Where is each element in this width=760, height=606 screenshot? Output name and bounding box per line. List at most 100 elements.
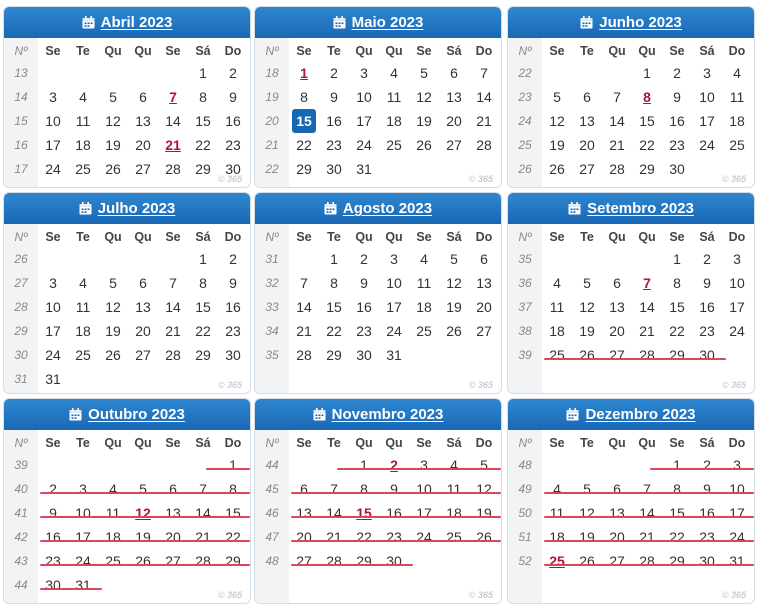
day-cell[interactable]: 29 bbox=[632, 157, 662, 181]
day-cell[interactable]: 14 bbox=[319, 501, 349, 525]
day-cell[interactable]: 3 bbox=[379, 247, 409, 271]
holiday-day-cell[interactable]: 2 bbox=[379, 453, 409, 477]
day-cell[interactable]: 3 bbox=[409, 453, 439, 477]
day-cell[interactable]: 1 bbox=[349, 453, 379, 477]
day-cell[interactable]: 2 bbox=[349, 247, 379, 271]
day-cell[interactable]: 10 bbox=[722, 477, 752, 501]
day-cell[interactable]: 27 bbox=[439, 133, 469, 157]
day-cell[interactable]: 25 bbox=[439, 525, 469, 549]
day-cell[interactable]: 26 bbox=[572, 549, 602, 573]
day-cell[interactable]: 15 bbox=[662, 295, 692, 319]
day-cell[interactable]: 10 bbox=[38, 295, 68, 319]
holiday-day-cell[interactable]: 12 bbox=[128, 501, 158, 525]
day-cell[interactable]: 23 bbox=[218, 133, 248, 157]
day-cell[interactable]: 10 bbox=[379, 271, 409, 295]
day-cell[interactable]: 7 bbox=[158, 271, 188, 295]
day-cell[interactable]: 11 bbox=[722, 85, 752, 109]
day-cell[interactable]: 21 bbox=[289, 319, 319, 343]
day-cell[interactable]: 4 bbox=[98, 477, 128, 501]
day-cell[interactable]: 23 bbox=[692, 525, 722, 549]
holiday-day-cell[interactable]: 25 bbox=[542, 549, 572, 573]
day-cell[interactable]: 3 bbox=[349, 61, 379, 85]
day-cell[interactable]: 19 bbox=[409, 109, 439, 133]
day-cell[interactable]: 4 bbox=[68, 85, 98, 109]
day-cell[interactable]: 29 bbox=[662, 549, 692, 573]
day-cell[interactable]: 2 bbox=[38, 477, 68, 501]
day-cell[interactable]: 24 bbox=[409, 525, 439, 549]
holiday-day-cell[interactable]: 21 bbox=[158, 133, 188, 157]
day-cell[interactable]: 6 bbox=[289, 477, 319, 501]
day-cell[interactable]: 10 bbox=[68, 501, 98, 525]
day-cell[interactable]: 10 bbox=[692, 85, 722, 109]
day-cell[interactable]: 16 bbox=[692, 295, 722, 319]
day-cell[interactable]: 31 bbox=[68, 573, 98, 597]
day-cell[interactable]: 6 bbox=[128, 85, 158, 109]
day-cell[interactable]: 18 bbox=[542, 525, 572, 549]
day-cell[interactable]: 26 bbox=[542, 157, 572, 181]
day-cell[interactable]: 15 bbox=[188, 295, 218, 319]
day-cell[interactable]: 25 bbox=[379, 133, 409, 157]
day-cell[interactable]: 22 bbox=[349, 525, 379, 549]
day-cell[interactable]: 9 bbox=[692, 271, 722, 295]
day-cell[interactable]: 4 bbox=[542, 477, 572, 501]
day-cell[interactable]: 7 bbox=[602, 85, 632, 109]
day-cell[interactable]: 11 bbox=[98, 501, 128, 525]
day-cell[interactable]: 16 bbox=[38, 525, 68, 549]
day-cell[interactable]: 18 bbox=[68, 319, 98, 343]
day-cell[interactable]: 25 bbox=[68, 343, 98, 367]
day-cell[interactable]: 7 bbox=[469, 61, 499, 85]
day-cell[interactable]: 6 bbox=[572, 85, 602, 109]
day-cell[interactable]: 21 bbox=[158, 319, 188, 343]
day-cell[interactable]: 8 bbox=[289, 85, 319, 109]
day-cell[interactable]: 9 bbox=[379, 477, 409, 501]
day-cell[interactable]: 23 bbox=[379, 525, 409, 549]
holiday-day-cell[interactable]: 15 bbox=[349, 501, 379, 525]
day-cell[interactable]: 12 bbox=[439, 271, 469, 295]
month-title[interactable]: Junho 2023 bbox=[599, 14, 682, 31]
month-title[interactable]: Setembro 2023 bbox=[587, 200, 694, 217]
month-header[interactable]: Novembro 2023 bbox=[255, 399, 501, 430]
day-cell[interactable]: 27 bbox=[289, 549, 319, 573]
day-cell[interactable]: 13 bbox=[439, 85, 469, 109]
day-cell[interactable]: 18 bbox=[379, 109, 409, 133]
month-title[interactable]: Outubro 2023 bbox=[88, 406, 185, 423]
day-cell[interactable]: 6 bbox=[602, 271, 632, 295]
day-cell[interactable]: 18 bbox=[722, 109, 752, 133]
day-cell[interactable]: 30 bbox=[218, 343, 248, 367]
day-cell[interactable]: 9 bbox=[692, 477, 722, 501]
day-cell[interactable]: 30 bbox=[692, 343, 722, 367]
day-cell[interactable]: 26 bbox=[469, 525, 499, 549]
day-cell[interactable]: 24 bbox=[68, 549, 98, 573]
day-cell[interactable]: 21 bbox=[632, 525, 662, 549]
day-cell[interactable]: 11 bbox=[409, 271, 439, 295]
day-cell[interactable]: 30 bbox=[38, 573, 68, 597]
day-cell[interactable]: 7 bbox=[188, 477, 218, 501]
month-header[interactable]: Setembro 2023 bbox=[508, 193, 754, 224]
day-cell[interactable]: 1 bbox=[188, 247, 218, 271]
day-cell[interactable]: 12 bbox=[98, 109, 128, 133]
day-cell[interactable]: 16 bbox=[218, 109, 248, 133]
day-cell[interactable]: 13 bbox=[602, 295, 632, 319]
day-cell[interactable]: 28 bbox=[188, 549, 218, 573]
day-cell[interactable]: 17 bbox=[409, 501, 439, 525]
day-cell[interactable]: 27 bbox=[602, 549, 632, 573]
month-title[interactable]: Abril 2023 bbox=[101, 14, 173, 31]
day-cell[interactable]: 8 bbox=[349, 477, 379, 501]
day-cell[interactable]: 29 bbox=[218, 549, 248, 573]
day-cell[interactable]: 16 bbox=[349, 295, 379, 319]
day-cell[interactable]: 22 bbox=[662, 525, 692, 549]
day-cell[interactable]: 8 bbox=[662, 271, 692, 295]
day-cell[interactable]: 3 bbox=[722, 247, 752, 271]
day-cell[interactable]: 30 bbox=[379, 549, 409, 573]
day-cell[interactable]: 15 bbox=[632, 109, 662, 133]
day-cell[interactable]: 5 bbox=[542, 85, 572, 109]
day-cell[interactable]: 30 bbox=[692, 549, 722, 573]
day-cell[interactable]: 28 bbox=[158, 343, 188, 367]
month-header[interactable]: Dezembro 2023 bbox=[508, 399, 754, 430]
day-cell[interactable]: 29 bbox=[289, 157, 319, 181]
month-title[interactable]: Maio 2023 bbox=[352, 14, 424, 31]
day-cell[interactable]: 24 bbox=[349, 133, 379, 157]
day-cell[interactable]: 27 bbox=[469, 319, 499, 343]
day-cell[interactable]: 5 bbox=[572, 271, 602, 295]
day-cell[interactable]: 6 bbox=[158, 477, 188, 501]
